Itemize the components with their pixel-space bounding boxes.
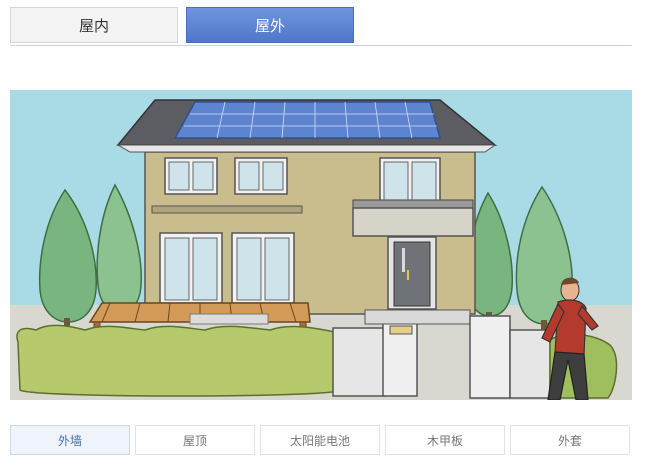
tab-exterior-wall[interactable]: 外墙 — [10, 425, 130, 455]
window-upper-3 — [379, 157, 441, 205]
tab-roof[interactable]: 屋顶 — [135, 425, 255, 455]
hedge — [16, 324, 343, 397]
tab-solar-cell[interactable]: 太阳能电池 — [260, 425, 380, 455]
front-door — [387, 236, 437, 310]
tab-wood-deck[interactable]: 木甲板 — [385, 425, 505, 455]
top-tab-bar: 屋内 屋外 — [10, 7, 632, 46]
solar-panel — [173, 101, 441, 139]
tab-indoor[interactable]: 屋内 — [10, 7, 178, 43]
window-lower-1 — [159, 232, 223, 304]
window-upper-1 — [164, 157, 218, 195]
window-lower-2 — [231, 232, 295, 304]
tab-outdoor[interactable]: 屋外 — [186, 7, 354, 43]
wall-ledge — [151, 205, 303, 214]
balcony — [352, 199, 474, 237]
window-upper-2 — [234, 157, 288, 195]
house-exterior-illustration — [10, 90, 632, 400]
tab-coat[interactable]: 外套 — [510, 425, 630, 455]
bottom-tab-bar: 外墙 屋顶 太阳能电池 木甲板 外套 — [10, 425, 632, 455]
